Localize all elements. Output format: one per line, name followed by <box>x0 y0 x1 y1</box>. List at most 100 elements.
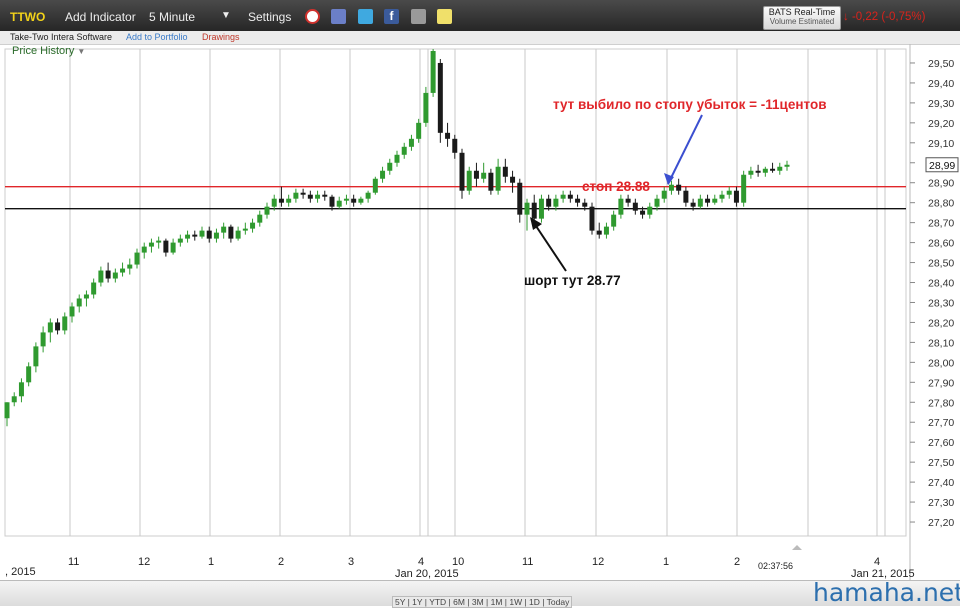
candle-body <box>62 316 68 331</box>
candle-body <box>618 198 624 215</box>
candle-body <box>676 184 682 191</box>
candle-body <box>293 192 299 199</box>
candle-body <box>567 194 573 199</box>
candle-body <box>683 190 689 203</box>
candle-body <box>611 214 617 227</box>
candle-body <box>69 306 75 317</box>
realtime-subtitle: Volume Estimated <box>769 17 835 26</box>
candle-body <box>242 228 248 231</box>
candle-body <box>632 202 638 211</box>
y-tick-label: 29,50 <box>928 58 954 70</box>
y-tick-label: 28,70 <box>928 218 954 230</box>
candle-body <box>228 226 234 239</box>
candle-body <box>250 222 256 229</box>
y-tick-label: 28,80 <box>928 198 954 210</box>
candle-body <box>452 138 458 153</box>
price-change-value: -0,22 (-0,75%) <box>851 11 926 23</box>
x-tick-label: 12 <box>138 556 150 568</box>
candle-body <box>517 182 523 215</box>
candle-body <box>127 264 133 269</box>
candle-body <box>546 198 552 207</box>
price-history-label[interactable]: Price History ▼ <box>12 45 85 57</box>
candle-body <box>221 226 227 233</box>
interval-select[interactable]: 5 Minute <box>149 10 195 24</box>
y-tick-label: 27,20 <box>928 517 954 529</box>
candle-body <box>459 152 465 191</box>
x-tick-label: 1 <box>208 556 214 568</box>
x-date-label: 02:37:56 <box>758 561 793 571</box>
candle-body <box>112 272 118 279</box>
candle-body <box>286 198 292 203</box>
candle-body <box>185 234 191 239</box>
watermark: hamaha.net <box>813 578 960 607</box>
facebook-icon[interactable]: f <box>384 9 399 24</box>
annotation-stop-loss: тут выбило по стопу убыток = -11центов <box>553 97 827 112</box>
note-icon[interactable] <box>437 9 452 24</box>
y-tick-label: 27,90 <box>928 377 954 389</box>
settings-button[interactable]: Settings <box>248 10 291 24</box>
realtime-title: BATS Real-Time <box>768 7 836 17</box>
y-tick-label: 28,20 <box>928 317 954 329</box>
candle-body <box>770 168 776 171</box>
candle-body <box>661 190 667 199</box>
add-to-portfolio-link[interactable]: Add to Portfolio <box>126 32 188 42</box>
y-tick-label: 28,90 <box>928 178 954 190</box>
candle-body <box>105 270 111 279</box>
candle-body <box>329 196 335 207</box>
candle-body <box>83 294 89 299</box>
candle-body <box>134 252 140 265</box>
company-name: Take-Two Intera Software <box>10 32 113 42</box>
candle-body <box>40 332 46 347</box>
annotation-short: шорт тут 28.77 <box>524 273 621 288</box>
candle-body <box>654 198 660 207</box>
candle-body <box>163 240 169 253</box>
candle-body <box>336 200 342 207</box>
period-selector[interactable]: 5Y | 1Y | YTD | 6M | 3M | 1M | 1W | 1D |… <box>392 596 573 608</box>
candle-body <box>437 62 443 133</box>
candle-body <box>235 230 241 239</box>
alarm-clock-icon[interactable] <box>305 9 320 24</box>
price-chart[interactable]: 29,5029,4029,3029,2029,1029,0028,9028,80… <box>0 44 960 580</box>
candle-body <box>372 178 378 193</box>
y-tick-label: 28,60 <box>928 238 954 250</box>
candle-body <box>358 198 364 203</box>
candle-body <box>401 146 407 155</box>
candle-body <box>560 194 566 199</box>
candle-body <box>596 230 602 235</box>
candle-body <box>589 206 595 231</box>
candle-body <box>199 230 205 237</box>
print-icon[interactable] <box>411 9 426 24</box>
candle-body <box>387 162 393 171</box>
chevron-down-icon[interactable]: ▼ <box>221 10 231 21</box>
x-tick-label: 11 <box>68 556 79 568</box>
candle-body <box>748 170 754 175</box>
price-change: ↓ -0,22 (-0,75%) <box>843 11 925 23</box>
x-tick-label: , 2015 <box>5 566 36 578</box>
candle-body <box>47 322 53 333</box>
candle-body <box>755 170 761 173</box>
x-date-label: Jan 20, 2015 <box>395 568 459 580</box>
realtime-badge: BATS Real-Time Volume Estimated <box>763 6 841 30</box>
candle-body <box>300 192 306 195</box>
twitter-icon[interactable] <box>358 9 373 24</box>
candle-body <box>257 214 263 223</box>
y-tick-label: 27,60 <box>928 437 954 449</box>
candle-body <box>120 268 126 273</box>
candle-body <box>416 122 422 139</box>
ticker-symbol[interactable]: TTWO <box>10 10 45 24</box>
candle-body <box>18 382 24 397</box>
y-tick-label: 29,30 <box>928 98 954 110</box>
add-indicator-button[interactable]: Add Indicator <box>65 10 136 24</box>
x-tick-label: 10 <box>452 556 464 568</box>
candle-body <box>582 202 588 207</box>
drawings-link[interactable]: Drawings <box>202 32 240 42</box>
candle-body <box>647 206 653 215</box>
y-tick-label: 28,10 <box>928 337 954 349</box>
candle-body <box>531 202 537 219</box>
candle-body <box>322 194 328 197</box>
x-tick-label: 2 <box>278 556 284 568</box>
x-tick-label: 12 <box>592 556 604 568</box>
book-icon[interactable] <box>331 9 346 24</box>
y-tick-label: 29,40 <box>928 78 954 90</box>
candle-body <box>271 198 277 207</box>
